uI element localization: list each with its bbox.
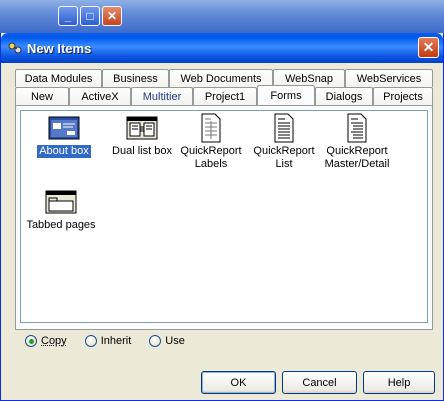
close-icon: ✕ (106, 9, 118, 23)
new-items-icon (7, 40, 23, 56)
maximize-icon: □ (86, 9, 94, 23)
item-label: Dual list box (112, 145, 172, 157)
tab-webservices[interactable]: WebServices (345, 69, 433, 87)
tabbed-pages-icon (43, 187, 79, 217)
option-label: Use (165, 335, 185, 347)
cancel-button[interactable]: Cancel (282, 371, 357, 394)
tab-row-2: New ActiveX Multitier Project1 Forms Dia… (15, 85, 433, 105)
items-listview: About box Dual list box QuickReport Labe… (20, 110, 428, 323)
background-close-button[interactable]: ✕ (102, 6, 122, 26)
new-items-dialog: New Items ✕ Data Modules Business Web Do… (0, 33, 444, 401)
minimize-button[interactable]: _ (58, 6, 78, 26)
dialog-close-button[interactable]: ✕ (418, 37, 439, 58)
option-copy[interactable]: Copy (25, 335, 67, 347)
item-label: QuickReport Master/Detail (324, 145, 390, 170)
dialog-title: New Items (27, 40, 92, 56)
background-window-controls: _ □ ✕ (58, 6, 122, 26)
radio-copy[interactable] (25, 335, 37, 347)
tab-business[interactable]: Business (102, 69, 169, 87)
report-list-icon (266, 113, 302, 143)
about-box-icon (46, 113, 82, 143)
item-quickreport-labels[interactable]: QuickReport Labels (172, 113, 250, 171)
tab-activex[interactable]: ActiveX (69, 87, 131, 105)
option-label: Copy (41, 335, 67, 347)
radio-inherit[interactable] (84, 335, 97, 347)
maximize-button[interactable]: □ (80, 6, 100, 26)
tab-dialogs[interactable]: Dialogs (315, 87, 373, 105)
minimize-icon: _ (64, 9, 72, 23)
radio-use[interactable] (149, 335, 162, 347)
item-tabbed-pages[interactable]: Tabbed pages (19, 187, 103, 232)
item-dual-list-box[interactable]: Dual list box (103, 113, 181, 158)
item-quickreport-master-detail[interactable]: QuickReport Master/Detail (318, 113, 396, 171)
report-master-detail-icon (339, 113, 375, 143)
item-about-box[interactable]: About box (25, 113, 103, 159)
ok-button[interactable]: OK (201, 371, 276, 394)
tab-row-1: Data Modules Business Web Documents WebS… (15, 69, 433, 87)
item-label: QuickReport List (253, 145, 315, 170)
tab-data-modules[interactable]: Data Modules (15, 69, 102, 87)
dialog-titlebar: New Items ✕ (1, 33, 443, 63)
option-use[interactable]: Use (149, 335, 185, 347)
tab-new[interactable]: New (15, 87, 69, 105)
dual-list-box-icon (124, 113, 160, 143)
item-label: Tabbed pages (26, 219, 96, 231)
item-label: QuickReport Labels (180, 145, 242, 170)
help-button[interactable]: Help (363, 371, 435, 394)
tab-projects[interactable]: Projects (373, 87, 433, 105)
forms-tab-panel: About box Dual list box QuickReport Labe… (15, 105, 433, 330)
tab-multitier[interactable]: Multitier (131, 87, 193, 105)
item-quickreport-list[interactable]: QuickReport List (245, 113, 323, 171)
item-options: Copy Inherit Use (25, 335, 185, 347)
tab-forms[interactable]: Forms (257, 85, 315, 105)
report-labels-icon (193, 113, 229, 143)
option-label: Inherit (100, 335, 132, 347)
item-label: About box (36, 144, 92, 159)
option-inherit[interactable]: Inherit (84, 335, 132, 347)
close-icon: ✕ (422, 39, 435, 55)
tab-project1[interactable]: Project1 (193, 87, 257, 105)
